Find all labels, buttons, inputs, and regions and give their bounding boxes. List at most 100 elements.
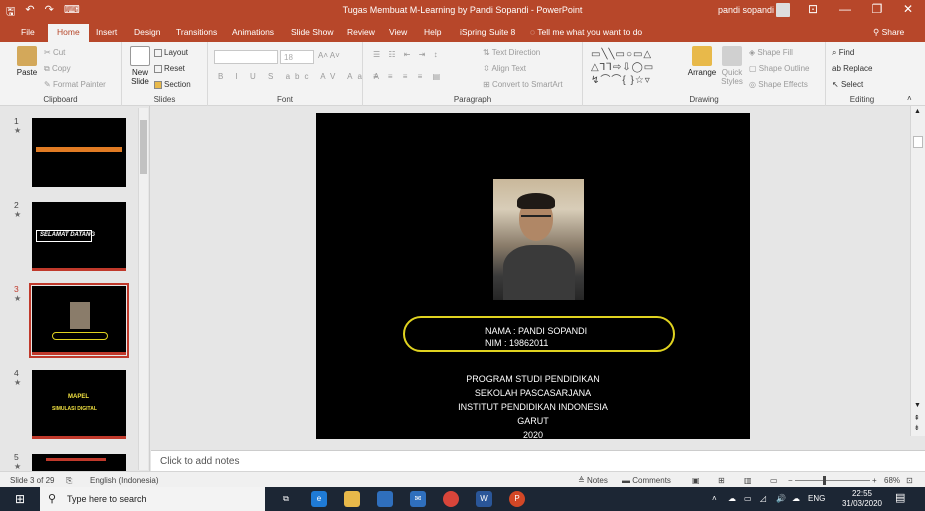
redo-icon[interactable]: ↷ [45, 3, 54, 22]
battery-icon[interactable]: ▭ [744, 494, 752, 503]
thumbnail-scrollbar[interactable] [138, 108, 148, 470]
profile-photo[interactable] [493, 179, 584, 300]
windows-start-icon[interactable]: ⊞ [0, 487, 40, 511]
tab-design[interactable]: Design [134, 27, 160, 37]
minimize-button[interactable]: — [830, 2, 860, 16]
editor-scrollbar[interactable]: ▲ ▼ ⇞ ⇟ [910, 106, 925, 436]
section-button[interactable]: Section [154, 80, 191, 89]
task-view-icon[interactable]: ⧉ [278, 491, 294, 507]
reset-button[interactable]: Reset [154, 64, 185, 73]
scrollbar-thumb[interactable] [140, 120, 147, 174]
reading-view-icon[interactable]: ▥ [744, 476, 752, 485]
language-label[interactable]: ENG [808, 494, 825, 503]
slide-thumbnail-1[interactable] [32, 118, 126, 187]
store-icon[interactable] [377, 491, 393, 507]
font-name-select[interactable] [214, 50, 278, 64]
normal-view-icon[interactable]: ▣ [692, 476, 700, 485]
user-name[interactable]: pandi sopandi [718, 5, 774, 15]
scroll-up-icon[interactable]: ▲ [914, 108, 921, 115]
shape-outline-button[interactable]: ▢ Shape Outline [749, 64, 809, 73]
collapse-ribbon-icon[interactable]: ˄ [907, 94, 912, 103]
new-slide-button[interactable]: New Slide [126, 46, 154, 86]
grow-font-button[interactable]: A˄ A˅ [318, 51, 340, 60]
slide-thumbnail-4[interactable]: MAPEL SIMULASI DIGITAL [32, 370, 126, 439]
tab-transitions[interactable]: Transitions [176, 27, 217, 37]
name-textbox[interactable]: NAMA : PANDI SOPANDI NIM : 19862011 [403, 316, 675, 352]
tab-help[interactable]: Help [424, 27, 441, 37]
slide-sorter-icon[interactable]: ⊞ [718, 476, 725, 485]
font-size-select[interactable]: 18 [280, 50, 314, 64]
select-button[interactable]: ↖ Select [832, 80, 863, 89]
language-indicator[interactable]: English (Indonesia) [90, 476, 158, 485]
font-format-buttons[interactable]: B I U S abc AV Aa A [218, 72, 384, 81]
tab-insert[interactable]: Insert [96, 27, 117, 37]
slide-thumbnail-3[interactable] [29, 283, 129, 358]
zoom-in-icon[interactable]: + [872, 476, 877, 485]
onedrive-icon[interactable]: ☁ [728, 494, 736, 503]
next-slide-icon[interactable]: ⇟ [914, 424, 920, 432]
file-explorer-icon[interactable] [344, 491, 360, 507]
align-text-button[interactable]: ⇳ Align Text [483, 64, 526, 73]
close-button[interactable]: ✕ [893, 2, 923, 16]
layout-button[interactable]: Layout [154, 48, 188, 57]
share-button[interactable]: ⚲ Share [873, 27, 904, 38]
copy-button[interactable]: ⧉ Copy [44, 64, 71, 74]
list-buttons[interactable]: ☰ ☷ ⇤ ⇥ ↕ [373, 50, 441, 59]
network-icon[interactable]: ◿ [760, 494, 766, 503]
cloud-icon[interactable]: ☁ [792, 494, 800, 503]
arrange-button[interactable]: Arrange [685, 46, 719, 77]
undo-icon[interactable]: ↶ [25, 3, 34, 22]
replace-button[interactable]: ab Replace [832, 64, 872, 73]
zoom-slider[interactable] [795, 476, 870, 485]
spellcheck-icon[interactable]: ⎘ [66, 476, 72, 486]
zoom-out-icon[interactable]: − [788, 476, 793, 485]
text-direction-button[interactable]: ⇅ Text Direction [483, 48, 540, 57]
fit-slide-icon[interactable]: ⊡ [906, 476, 913, 485]
tab-home[interactable]: Home [48, 24, 89, 42]
comments-button[interactable]: ▬ Comments [622, 476, 671, 485]
avatar[interactable] [776, 3, 790, 17]
shape-effects-button[interactable]: ◎ Shape Effects [749, 80, 808, 89]
zoom-knob[interactable] [823, 476, 826, 485]
slideshow-icon[interactable]: ▭ [770, 476, 778, 485]
notification-icon[interactable]: ▤ [895, 491, 905, 504]
customize-icon[interactable]: ⌨ [64, 3, 80, 22]
format-painter-button[interactable]: ✎ Format Painter [44, 80, 106, 89]
slide-thumbnail-5[interactable] [32, 454, 126, 471]
cut-button[interactable]: ✂ Cut [44, 48, 65, 57]
institution-textbox[interactable]: PROGRAM STUDI PENDIDIKAN SEKOLAH PASCASA… [316, 372, 750, 442]
align-buttons[interactable]: ≡ ≡ ≡ ≡ ▤ [373, 72, 444, 81]
taskbar-search[interactable]: ⚲ Type here to search [40, 487, 265, 511]
mail-icon[interactable]: ✉ [410, 491, 426, 507]
find-button[interactable]: ⌕ Find [832, 48, 854, 58]
tell-me-search[interactable]: ◌ Tell me what you want to do [530, 27, 642, 37]
previous-slide-icon[interactable]: ⇞ [914, 414, 920, 422]
current-slide[interactable]: NAMA : PANDI SOPANDI NIM : 19862011 PROG… [316, 113, 750, 442]
notes-pane[interactable]: Click to add notes [151, 450, 925, 471]
powerpoint-icon[interactable]: P [509, 491, 525, 507]
shape-fill-button[interactable]: ◈ Shape Fill [749, 48, 793, 57]
tab-slide-show[interactable]: Slide Show [291, 27, 334, 37]
slide-thumbnail-2[interactable]: SELAMAT DATANG [32, 202, 126, 271]
convert-smartart-button[interactable]: ⊞ Convert to SmartArt [483, 80, 563, 89]
notes-button[interactable]: ≜ Notes [578, 476, 608, 485]
word-icon[interactable]: W [476, 491, 492, 507]
quick-styles-button[interactable]: Quick Styles [717, 46, 747, 86]
restore-button[interactable]: ❐ [862, 2, 892, 16]
scrollbar-thumb[interactable] [913, 136, 923, 148]
scroll-down-icon[interactable]: ▼ [914, 402, 921, 409]
tab-view[interactable]: View [389, 27, 407, 37]
save-icon[interactable]: 🖫 [6, 3, 15, 22]
tray-chevron-icon[interactable]: ˄ [712, 494, 717, 503]
shapes-gallery[interactable]: ▭╲╲▭○▭△ △Ꞁ⅂⇨⇩◯▭ ↯⌒⌒{ }☆▿ [591, 48, 681, 88]
clock[interactable]: 22:55 31/03/2020 [840, 489, 884, 509]
chrome-icon[interactable] [443, 491, 459, 507]
edge-icon[interactable]: e [311, 491, 327, 507]
paste-button[interactable]: Paste [14, 46, 40, 77]
zoom-level[interactable]: 68% [884, 476, 900, 485]
tab-file[interactable]: File [21, 27, 35, 37]
tab-ispring[interactable]: iSpring Suite 8 [460, 27, 515, 37]
ribbon-options-icon[interactable]: ⊡ [798, 2, 828, 16]
tab-review[interactable]: Review [347, 27, 375, 37]
volume-icon[interactable]: 🔊 [776, 494, 786, 503]
